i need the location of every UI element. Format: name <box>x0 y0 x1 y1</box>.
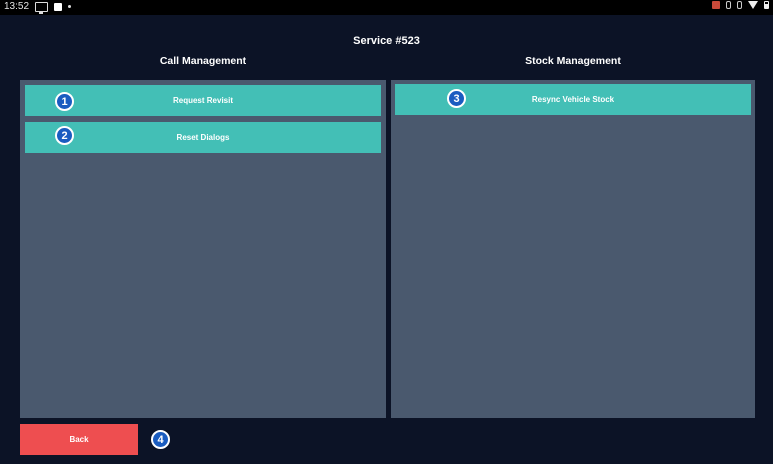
request-revisit-label: Request Revisit <box>172 96 234 105</box>
cast-icon <box>35 1 49 14</box>
annotation-badge-4: 4 <box>151 430 170 449</box>
square-icon <box>54 2 63 11</box>
dot-icon <box>68 5 72 8</box>
bluetooth-icon <box>726 1 731 9</box>
status-time: 13:52 <box>4 1 30 12</box>
status-bar-right <box>712 1 769 9</box>
back-label: Back <box>69 435 89 444</box>
location-icon <box>737 1 742 9</box>
reset-dialogs-button[interactable]: Reset Dialogs <box>25 122 381 153</box>
request-revisit-button[interactable]: Request Revisit <box>25 85 381 116</box>
status-bar: 13:52 <box>0 0 773 15</box>
stock-management-header: Stock Management <box>525 55 621 67</box>
annotation-badge-3: 3 <box>447 89 466 108</box>
annotation-badge-1: 1 <box>55 92 74 111</box>
reset-dialogs-label: Reset Dialogs <box>176 133 230 142</box>
battery-icon <box>764 1 769 9</box>
annotation-badge-2: 2 <box>55 126 74 145</box>
resync-vehicle-stock-label: Resync Vehicle Stock <box>531 95 615 104</box>
app-notification-icon <box>712 1 720 9</box>
wifi-icon <box>748 1 758 9</box>
call-management-header: Call Management <box>159 55 247 67</box>
status-bar-left: 13:52 <box>4 1 72 14</box>
call-management-panel: Request Revisit Reset Dialogs 1 2 <box>20 80 386 418</box>
page-title: Service #523 <box>353 35 420 47</box>
back-button[interactable]: Back <box>20 424 138 455</box>
stock-management-panel: Resync Vehicle Stock 3 <box>391 80 755 418</box>
